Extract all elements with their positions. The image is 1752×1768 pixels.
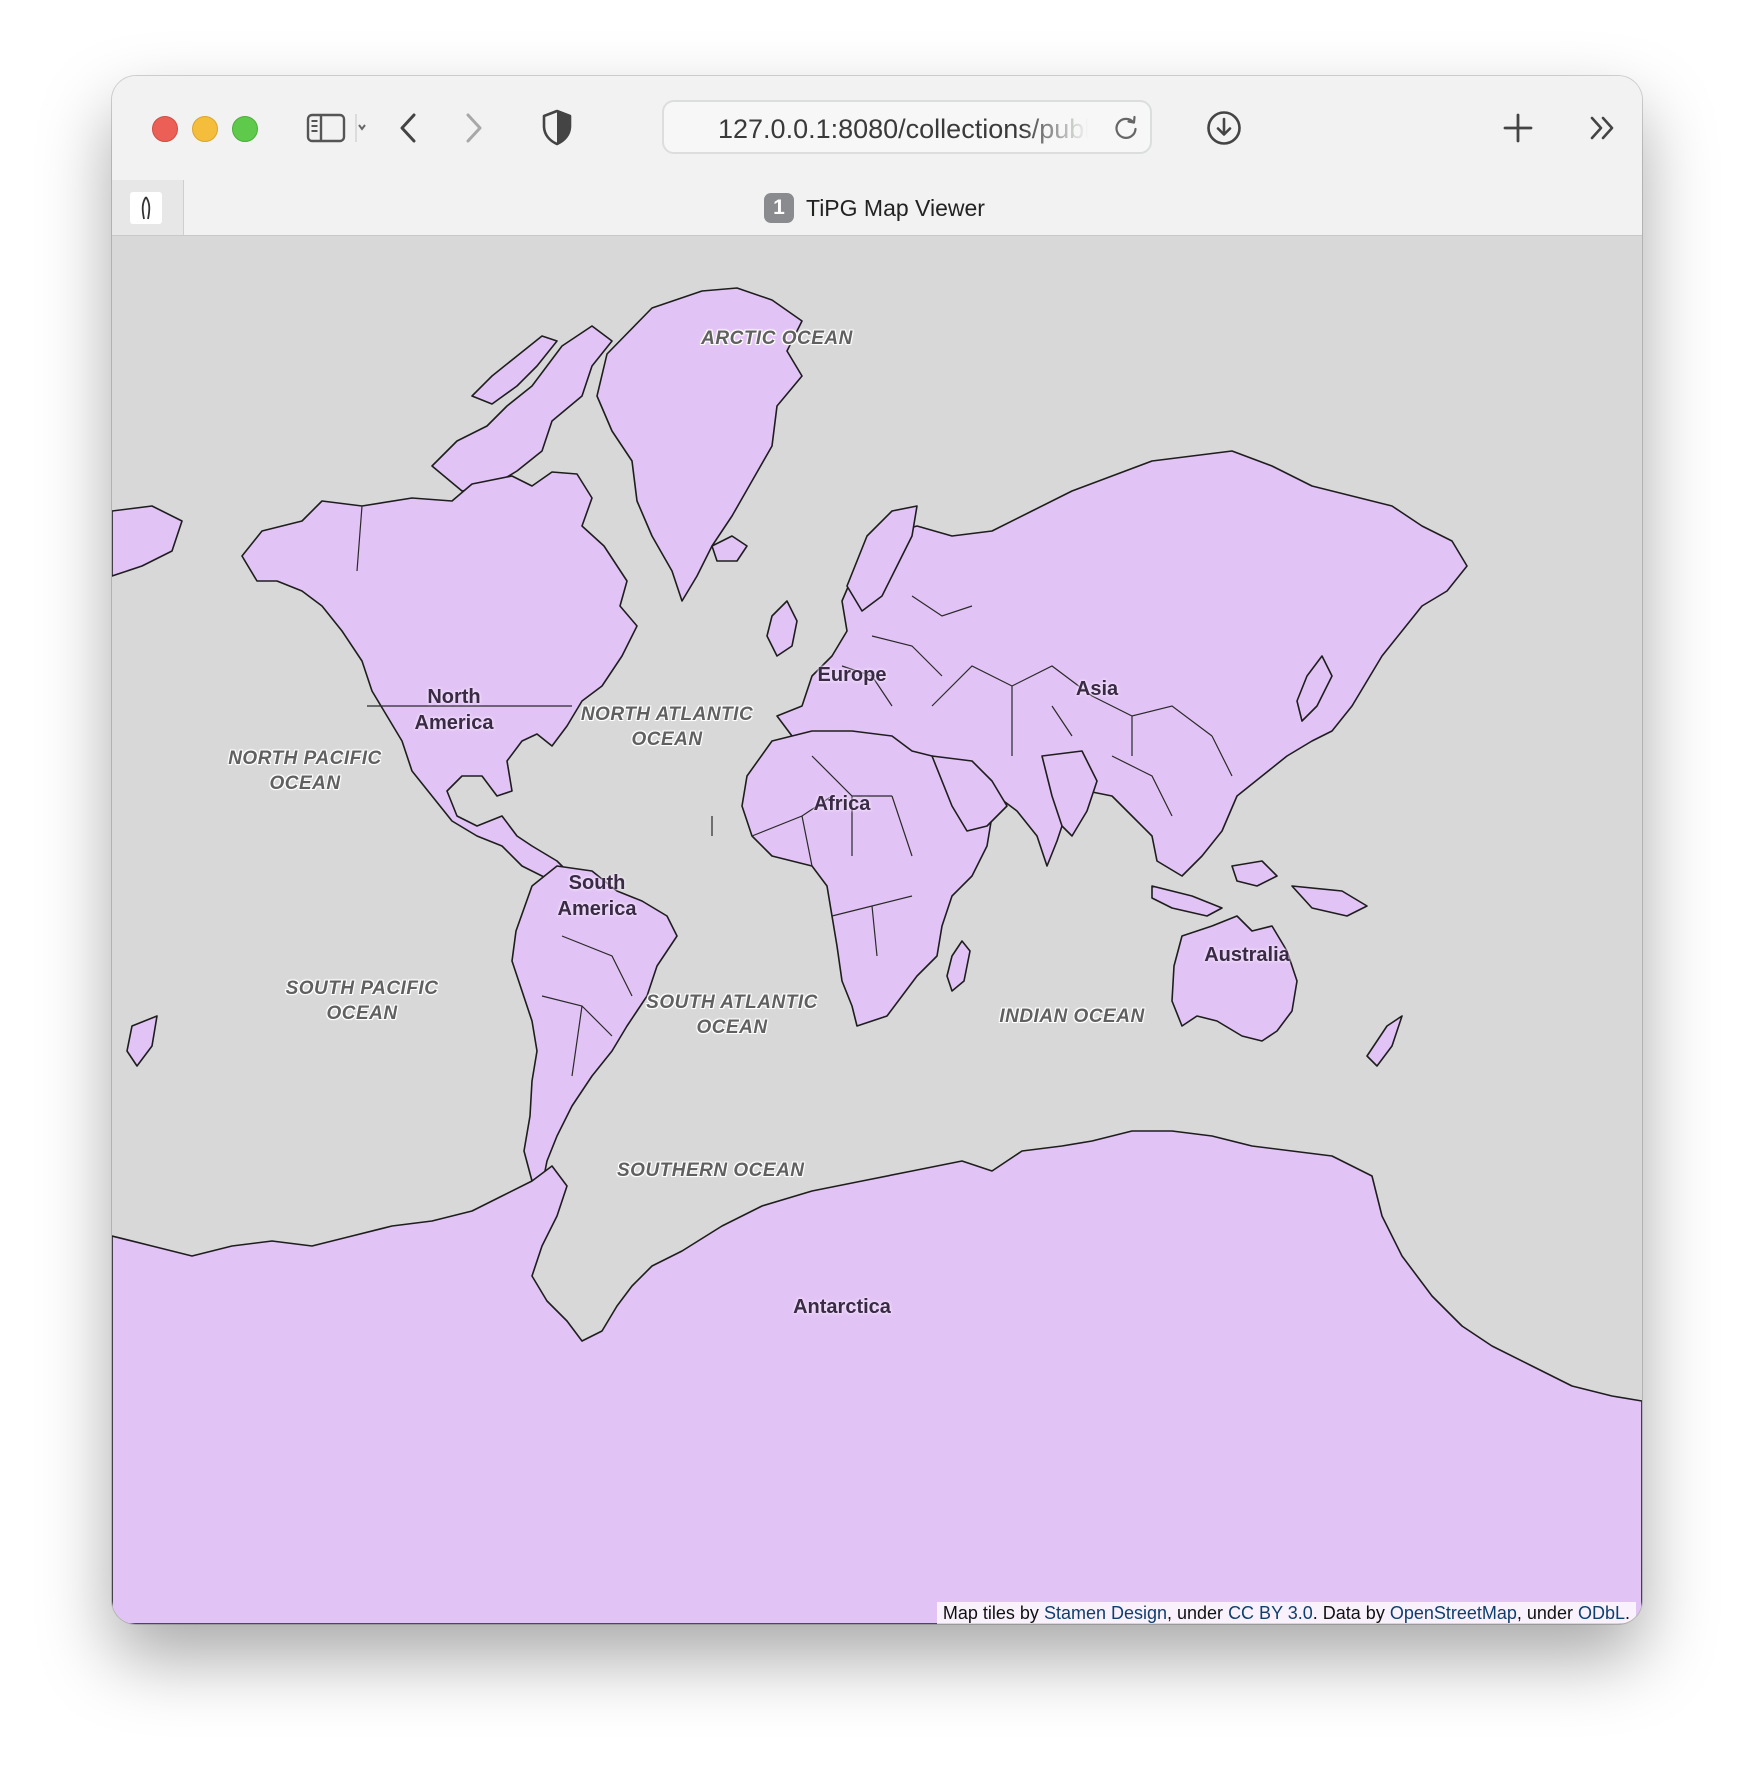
tab-favicon-icon [130, 192, 162, 224]
map-viewport[interactable]: North America South America Europe Asia Af… [112, 236, 1642, 1624]
reload-icon[interactable] [1112, 114, 1140, 142]
tab-title: TiPG Map Viewer [806, 194, 985, 221]
new-tab-icon[interactable] [1502, 112, 1534, 144]
label-south-america: South America [557, 872, 637, 920]
back-icon[interactable] [394, 110, 422, 146]
attribution-mid3: , under [1516, 1603, 1578, 1623]
zoom-window-button[interactable] [232, 116, 258, 142]
label-south-atlantic-ocean: SOUTH ATLANTIC OCEAN [646, 992, 818, 1038]
map-attribution: Map tiles by Stamen Design, under CC BY … [936, 1602, 1636, 1624]
world-basemap [112, 287, 1642, 1624]
north-america-shape [241, 471, 638, 887]
tab-overflow-icon[interactable] [1588, 114, 1618, 142]
stamen-design-link[interactable]: Stamen Design [1044, 1603, 1167, 1623]
label-southern-ocean: SOUTHERN OCEAN [617, 1160, 805, 1181]
active-tab[interactable]: 1 TiPG Map Viewer [764, 193, 985, 223]
antarctica-shape [112, 1130, 1642, 1624]
label-north-america: North America [414, 686, 494, 734]
label-north-atlantic-ocean: NORTH ATLANTIC OCEAN [580, 704, 754, 750]
cc-by-link[interactable]: CC BY 3.0 [1228, 1603, 1313, 1623]
attribution-mid1: , under [1167, 1603, 1229, 1623]
attribution-prefix: Map tiles by [942, 1603, 1044, 1623]
pinned-tab[interactable] [112, 180, 184, 235]
label-south-pacific-ocean: SOUTH PACIFIC OCEAN [285, 978, 439, 1024]
minimize-window-button[interactable] [192, 116, 218, 142]
close-window-button[interactable] [152, 116, 178, 142]
label-indian-ocean: INDIAN OCEAN [999, 1006, 1145, 1027]
openstreetmap-link[interactable]: OpenStreetMap [1390, 1603, 1517, 1623]
browser-window: 127.0.0.1:8080/collections/public.countr… [112, 76, 1642, 1624]
odbl-link[interactable]: ODbL [1578, 1603, 1625, 1623]
forward-icon[interactable] [460, 110, 488, 146]
url-text: 127.0.0.1:8080/collections/public.countr… [718, 114, 1088, 144]
label-australia: Australia [1204, 944, 1290, 966]
privacy-shield-icon[interactable] [540, 108, 574, 146]
australia-shape [1171, 915, 1298, 1042]
tab-number-badge: 1 [764, 193, 794, 223]
label-north-pacific-ocean: NORTH PACIFIC OCEAN [228, 748, 382, 794]
attribution-suffix: . [1624, 1603, 1630, 1623]
browser-toolbar: 127.0.0.1:8080/collections/public.countr… [112, 76, 1642, 180]
arctic-islands-shape [431, 325, 613, 492]
downloads-icon[interactable] [1206, 110, 1242, 146]
sidebar-icon[interactable] [306, 112, 346, 144]
label-arctic-ocean: ARCTIC OCEAN [701, 328, 853, 349]
attribution-mid2: . Data by [1312, 1603, 1390, 1623]
address-bar[interactable]: 127.0.0.1:8080/collections/public.countr… [662, 100, 1152, 154]
label-africa: Africa [813, 793, 871, 815]
tab-bar: 1 TiPG Map Viewer [112, 180, 1642, 236]
label-asia: Asia [1075, 678, 1119, 700]
chevron-down-icon[interactable] [346, 114, 366, 142]
label-europe: Europe [817, 664, 887, 686]
label-antarctica: Antarctica [793, 1296, 891, 1318]
